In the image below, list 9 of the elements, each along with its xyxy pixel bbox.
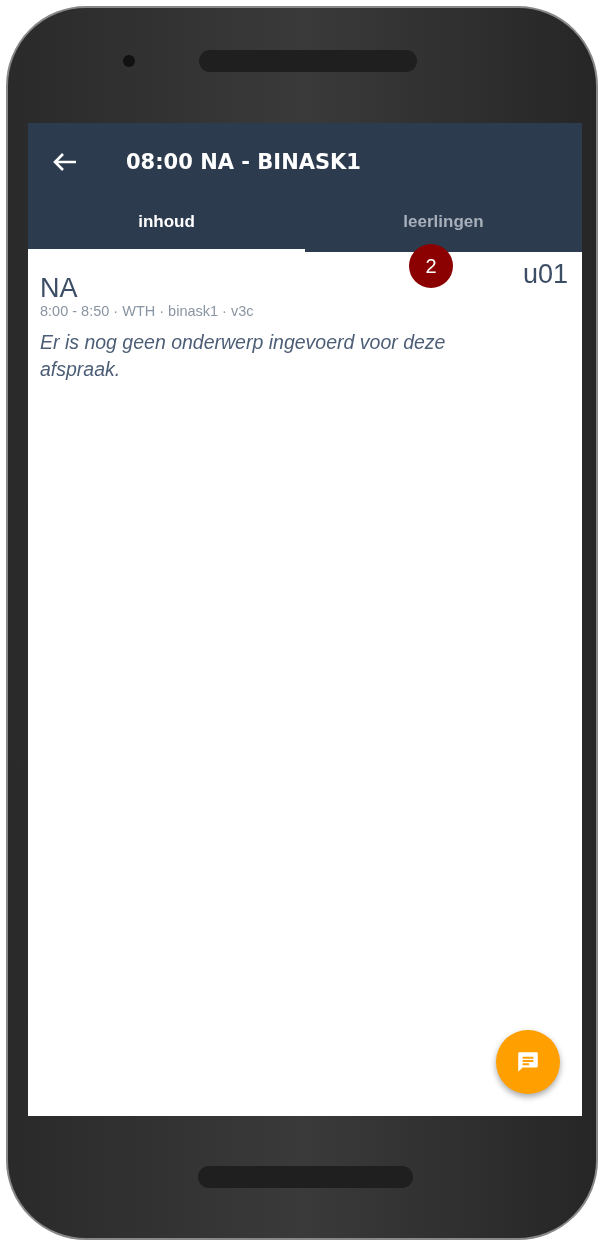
camera-icon: [123, 54, 135, 67]
tab[interactable]: inhoud: [28, 201, 305, 252]
empty-topic-note: Er is nog geen onderwerp ingevoerd voor deze afspraak.: [40, 330, 447, 382]
room-text: u01: [522, 258, 568, 290]
lesson-details: 8:00 - 8:50 · WTH · binask1 · v3c: [40, 303, 255, 319]
screen-title: 08:00 NA - BINASK1: [126, 150, 361, 174]
back-icon[interactable]: [52, 152, 78, 172]
count-badge: 2: [409, 244, 453, 288]
subject-text: NA: [40, 272, 78, 304]
